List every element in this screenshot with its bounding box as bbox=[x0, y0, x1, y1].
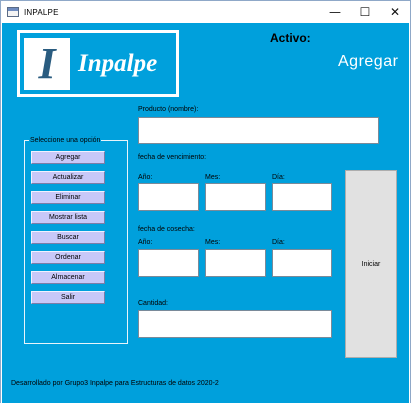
cosecha-label: fecha de cosecha: bbox=[138, 226, 195, 233]
mostrar-lista-button[interactable]: Mostrar lista bbox=[31, 211, 105, 224]
iniciar-button[interactable]: Iniciar bbox=[345, 170, 397, 358]
ordenar-button[interactable]: Ordenar bbox=[31, 251, 105, 264]
cantidad-input[interactable] bbox=[138, 310, 332, 338]
agregar-button[interactable]: Agregar bbox=[31, 151, 105, 164]
buscar-button[interactable]: Buscar bbox=[31, 231, 105, 244]
actualizar-button[interactable]: Actualizar bbox=[31, 171, 105, 184]
logo-mark: I bbox=[24, 37, 70, 90]
vencimiento-label: fecha de vencimiento: bbox=[138, 154, 207, 161]
cos-mes-label: Mes: bbox=[205, 239, 221, 246]
cos-mes-input[interactable] bbox=[205, 249, 266, 277]
minimize-icon[interactable]: — bbox=[320, 1, 350, 23]
form-client-area: I Inpalpe Activo: Agregar Producto (nomb… bbox=[2, 23, 409, 404]
background-strip bbox=[0, 403, 411, 407]
active-mode-value: Agregar bbox=[338, 53, 399, 70]
eliminar-button[interactable]: Eliminar bbox=[31, 191, 105, 204]
app-window-icon bbox=[7, 7, 19, 17]
cos-anio-input[interactable] bbox=[138, 249, 199, 277]
almacenar-button[interactable]: Almacenar bbox=[31, 271, 105, 284]
title-bar[interactable]: INPALPE — ☐ ✕ bbox=[1, 1, 410, 23]
venc-dia-label: Día: bbox=[272, 174, 285, 181]
app-window: INPALPE — ☐ ✕ I Inpalpe Activo: Agregar … bbox=[0, 0, 411, 407]
venc-mes-input[interactable] bbox=[205, 183, 266, 211]
logo-panel: I Inpalpe bbox=[20, 33, 176, 94]
producto-label: Producto (nombre): bbox=[138, 106, 199, 113]
producto-input[interactable] bbox=[138, 117, 379, 144]
cos-dia-label: Día: bbox=[272, 239, 285, 246]
venc-anio-input[interactable] bbox=[138, 183, 199, 211]
active-label: Activo: bbox=[270, 31, 311, 45]
maximize-icon[interactable]: ☐ bbox=[350, 1, 380, 23]
cantidad-label: Cantidad: bbox=[138, 300, 168, 307]
venc-anio-label: Año: bbox=[138, 174, 153, 181]
options-group-title: Seleccione una opción bbox=[29, 137, 102, 144]
close-icon[interactable]: ✕ bbox=[380, 1, 410, 23]
salir-button[interactable]: Salir bbox=[31, 291, 105, 304]
venc-mes-label: Mes: bbox=[205, 174, 221, 181]
window-title: INPALPE bbox=[24, 7, 59, 17]
logo-text: Inpalpe bbox=[78, 49, 158, 77]
cos-dia-input[interactable] bbox=[272, 249, 332, 277]
cos-anio-label: Año: bbox=[138, 239, 153, 246]
footer-credits: Desarrollado por Grupo3 Inpalpe para Est… bbox=[11, 380, 219, 387]
inpalpe-logo: I Inpalpe bbox=[17, 30, 179, 97]
venc-dia-input[interactable] bbox=[272, 183, 332, 211]
window-controls: — ☐ ✕ bbox=[320, 1, 410, 23]
